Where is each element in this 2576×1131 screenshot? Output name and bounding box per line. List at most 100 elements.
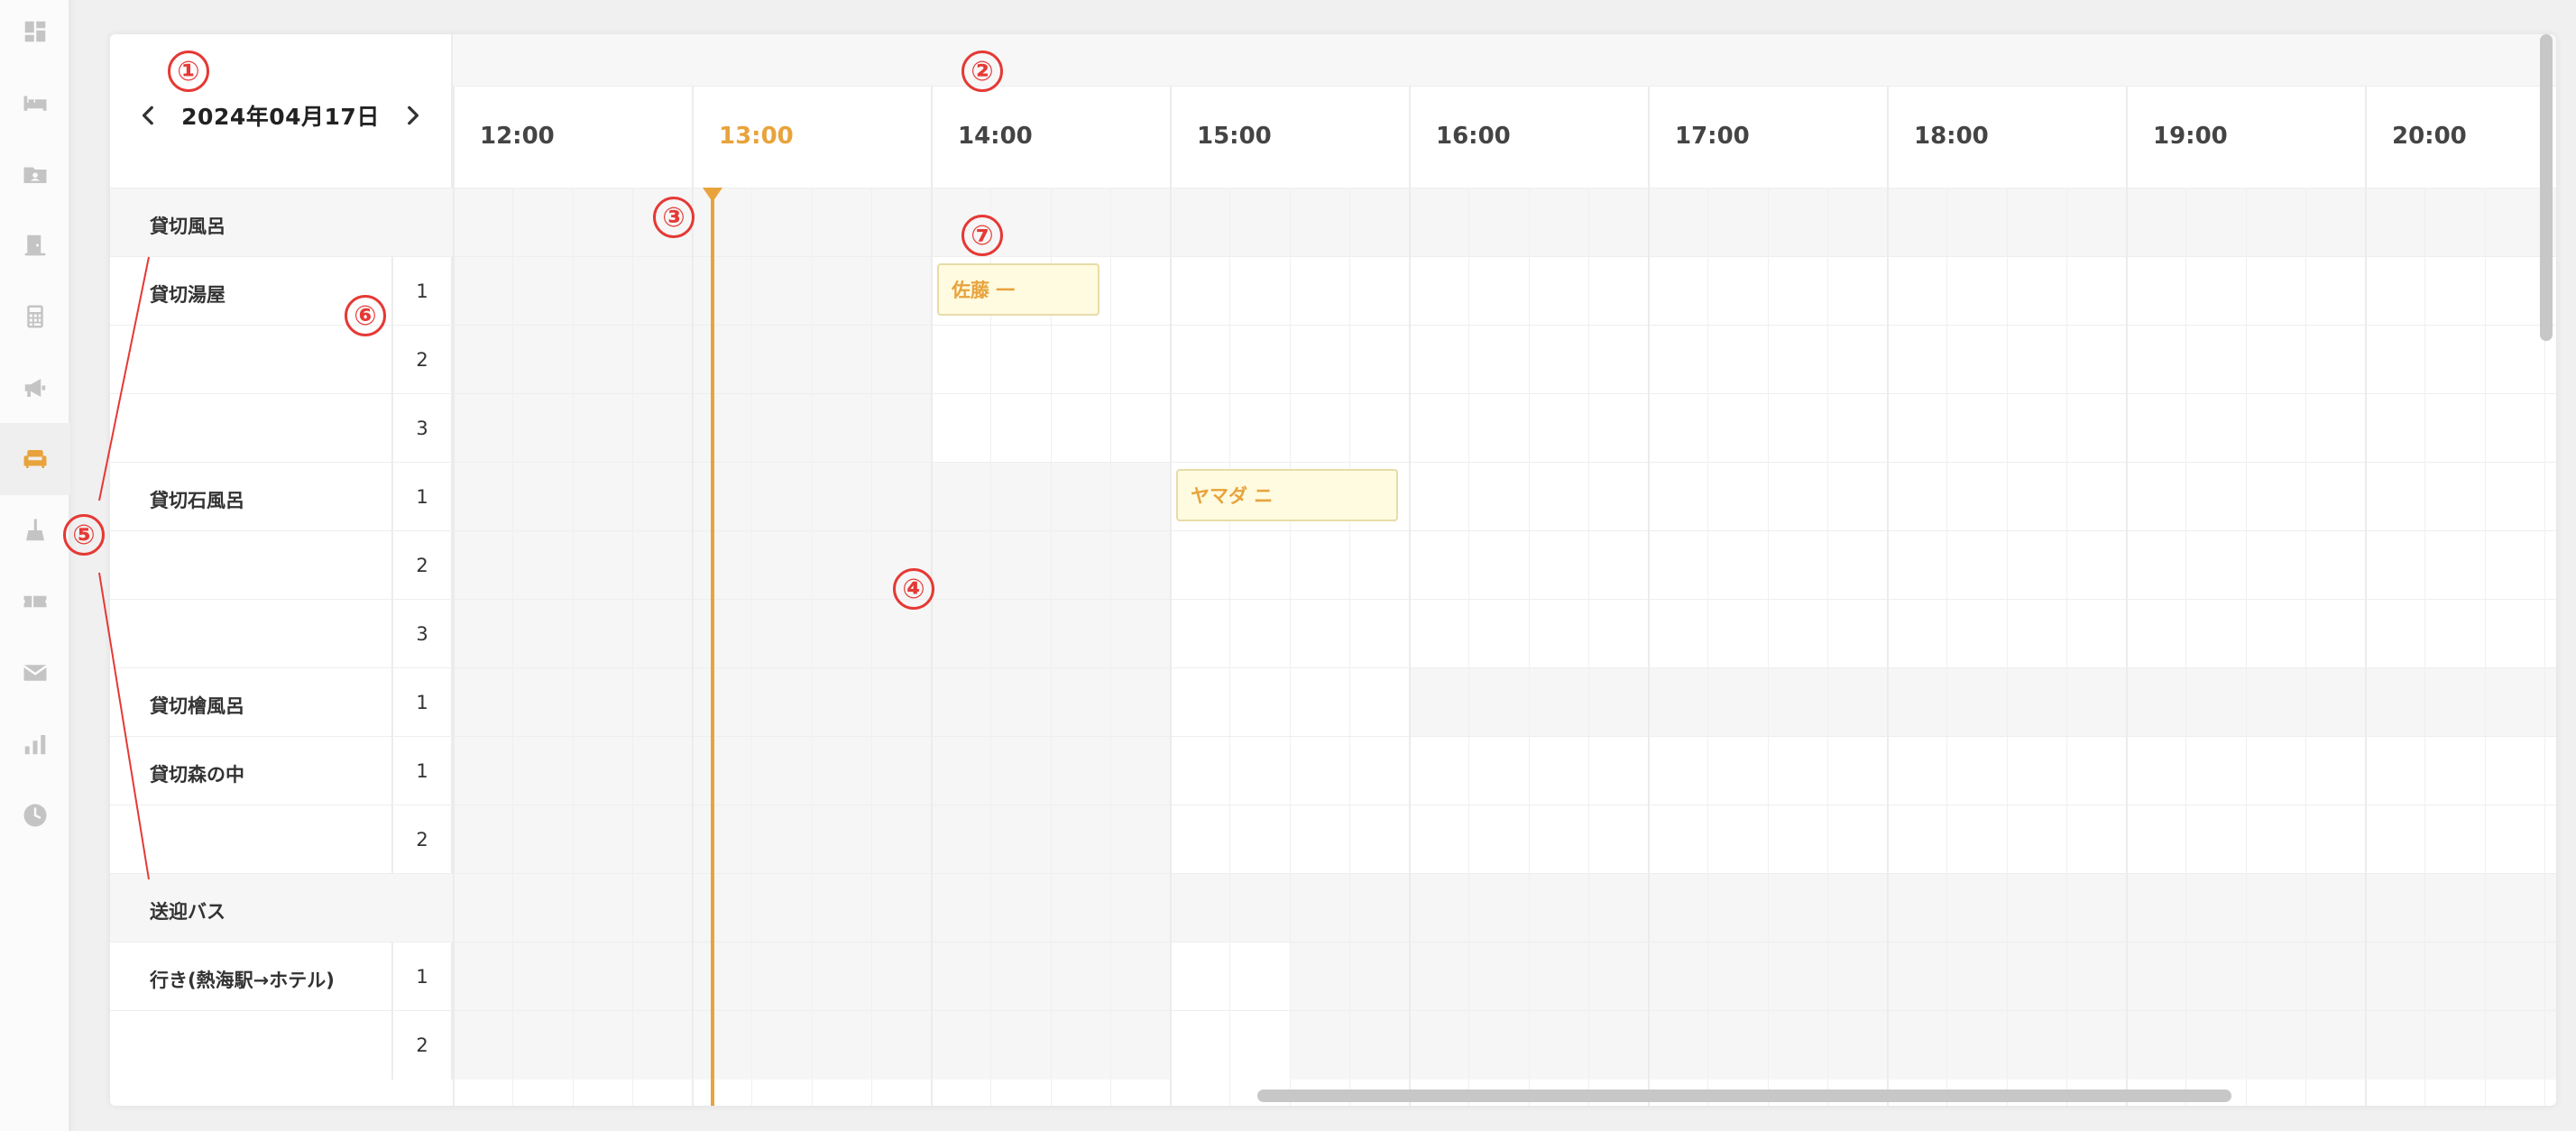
resource-slot-number: 2 (391, 326, 453, 394)
section-title: 送迎バス (150, 901, 225, 923)
megaphone-icon (24, 379, 46, 397)
unavailable-block (453, 942, 1170, 1011)
sidebar-item-folder-user[interactable] (0, 138, 70, 210)
resource-name: 貸切石風呂 (150, 490, 244, 511)
resource-rows: 貸切風呂 貸切湯屋 1 2 3 貸切石風呂 1 2 3 貸切檜風呂 1 貸切森の中 1 2 送迎バス 行き(熱… (110, 188, 2556, 1106)
time-slot-header: 15:00 (1170, 87, 1409, 188)
booking-block[interactable]: ヤマダ ニ (1176, 469, 1398, 521)
time-label: 18:00 (1914, 123, 1989, 150)
sidebar-item-dashboard[interactable] (0, 0, 70, 68)
bed-icon (23, 96, 47, 111)
prev-day-button[interactable] (129, 96, 169, 135)
timeline-track[interactable] (453, 805, 2556, 874)
timeline-track[interactable] (453, 1011, 2556, 1080)
mail-icon (23, 665, 48, 681)
time-label: 14:00 (958, 123, 1033, 150)
time-header: 12:00 13:00 14:00 15:00 16:00 17:00 18:00 19:00… (453, 34, 2556, 188)
sidebar-item-mail[interactable] (0, 637, 70, 709)
resource-row: 3 (110, 393, 2556, 463)
current-date: 2024年04月17日 (181, 104, 380, 130)
unavailable-block (453, 257, 931, 326)
unavailable-block (453, 531, 1170, 600)
resource-slot-number: 1 (391, 737, 453, 805)
horizontal-scrollbar-thumb[interactable] (1257, 1090, 2231, 1102)
resource-row: 2 (110, 805, 2556, 874)
sidebar-item-door[interactable] (0, 209, 70, 281)
sidebar-item-ticket[interactable] (0, 566, 70, 638)
sidebar-item-megaphone[interactable] (0, 352, 70, 424)
resource-row: 貸切森の中 1 (110, 736, 2556, 805)
booking-guest-name: ヤマダ ニ (1191, 485, 1274, 507)
resource-slot-number: 1 (391, 942, 453, 1011)
timeline-track[interactable] (453, 394, 2556, 463)
time-header-band (453, 34, 2556, 87)
timeline-track[interactable] (453, 737, 2556, 805)
schedule-card: 2024年04月17日 12:00 13:00 14:00 15:00 16:00 17:… (110, 34, 2556, 1106)
vertical-scrollbar[interactable] (2538, 34, 2556, 1106)
time-slot-header: 19:00 (2126, 87, 2365, 188)
section-header-row: 貸切風呂 (110, 188, 2556, 256)
resource-row: 貸切湯屋 1 (110, 256, 2556, 326)
sidebar-item-calculator[interactable] (0, 280, 70, 353)
unavailable-block (453, 463, 1170, 531)
unavailable-block (453, 668, 1170, 737)
section-header-row: 送迎バス (110, 873, 2556, 942)
resource-name: 貸切檜風呂 (150, 695, 244, 717)
timeline-track[interactable] (453, 257, 2556, 326)
resource-row: 行き(熱海駅→ホテル) 1 (110, 942, 2556, 1011)
time-label: 19:00 (2153, 123, 2228, 150)
time-label: 17:00 (1675, 123, 1750, 150)
bar-chart-icon (24, 735, 46, 755)
sidebar-item-bed[interactable] (0, 67, 70, 139)
date-navigator: 2024年04月17日 (110, 34, 453, 188)
chevron-left-icon (143, 106, 154, 125)
door-icon (24, 234, 46, 256)
annotation-2: ② (961, 51, 1003, 92)
calculator-icon (27, 305, 43, 328)
resource-slot-number: 1 (391, 463, 453, 531)
timeline-track[interactable] (453, 531, 2556, 600)
sidebar-item-broom[interactable] (0, 494, 70, 566)
timeline-track[interactable] (453, 600, 2556, 668)
sidebar-item-bar-chart[interactable] (0, 708, 70, 780)
current-time-line (711, 189, 714, 1106)
sidebar-item-clock[interactable] (0, 779, 70, 851)
sidebar-item-sofa[interactable] (0, 423, 70, 495)
timeline-track[interactable] (453, 326, 2556, 394)
vertical-scrollbar-thumb[interactable] (2540, 34, 2553, 341)
unavailable-block (453, 737, 1170, 805)
annotation-5: ⑤ (63, 514, 105, 556)
timeline-track[interactable] (453, 668, 2556, 737)
timeline-track[interactable] (453, 463, 2556, 531)
unavailable-block (453, 600, 1170, 668)
resource-row: 2 (110, 325, 2556, 394)
resource-row: 3 (110, 599, 2556, 668)
unavailable-block (453, 394, 931, 463)
annotation-3: ③ (653, 197, 695, 238)
annotation-4: ④ (893, 568, 934, 610)
resource-slot-number: 3 (391, 394, 453, 463)
timeline-track[interactable] (453, 942, 2556, 1011)
unavailable-block (1290, 942, 2556, 1011)
time-slot-header: 18:00 (1887, 87, 2126, 188)
time-label: 16:00 (1436, 123, 1511, 150)
time-slot-header: 20:00 (2365, 87, 2556, 188)
resource-name: 行き(熱海駅→ホテル) (150, 970, 335, 991)
resource-slot-number: 1 (391, 668, 453, 737)
chevron-right-icon (407, 106, 419, 125)
time-slot-header: 14:00 (931, 87, 1170, 188)
resource-slot-number: 1 (391, 257, 453, 326)
sofa-icon (23, 450, 47, 468)
next-day-button[interactable] (392, 96, 432, 135)
annotation-1: ① (168, 51, 209, 92)
resource-row: 貸切檜風呂 1 (110, 667, 2556, 737)
unavailable-block (453, 805, 1170, 874)
resource-slot-number: 3 (391, 600, 453, 668)
dashboard-icon (24, 21, 46, 42)
resource-name: 貸切森の中 (150, 764, 244, 786)
booking-block[interactable]: 佐藤 一 (937, 263, 1099, 316)
resource-row: 2 (110, 530, 2556, 600)
resource-slot-number: 2 (391, 805, 453, 874)
broom-icon (26, 519, 44, 541)
annotation-7: ⑦ (961, 215, 1003, 256)
